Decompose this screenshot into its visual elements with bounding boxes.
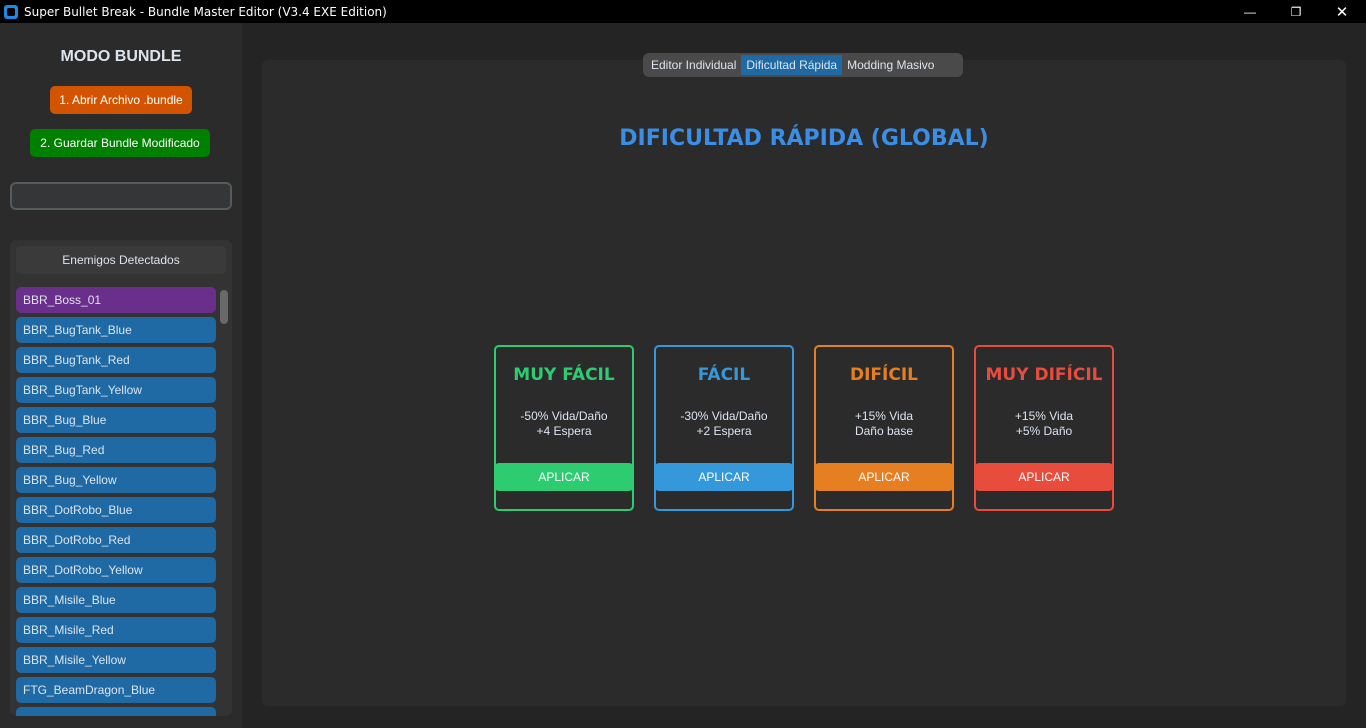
mode-title: MODO BUNDLE (60, 48, 182, 65)
list-item[interactable]: BBR_BugTank_Blue (16, 317, 216, 343)
open-bundle-button[interactable]: 1. Abrir Archivo .bundle (50, 86, 192, 114)
list-scrollbar[interactable] (220, 290, 228, 324)
tab-dificultad-rapida[interactable]: Dificultad Rápida (741, 55, 843, 75)
list-item[interactable]: BBR_Misile_Yellow (16, 647, 216, 673)
window-title: Super Bullet Break - Bundle Master Edito… (24, 4, 387, 19)
list-item[interactable]: BBR_Boss_01 (16, 287, 216, 313)
main-panel (262, 60, 1346, 706)
list-item[interactable]: BBR_Bug_Blue (16, 407, 216, 433)
list-item[interactable]: BBR_Bug_Yellow (16, 467, 216, 493)
difficulty-card-very-hard: MUY DIFÍCIL +15% Vida +5% Daño APLICAR (974, 345, 1114, 511)
list-item[interactable]: FTG_BeamDragon_Blue (16, 677, 216, 703)
apply-button[interactable]: APLICAR (494, 463, 634, 491)
list-item-partial[interactable] (16, 707, 216, 716)
card-line-1: +15% Vida (1014, 409, 1074, 423)
card-line-2: Daño base (854, 424, 914, 438)
apply-button[interactable]: APLICAR (654, 463, 794, 491)
card-description: -50% Vida/Daño +4 Espera (496, 409, 632, 439)
list-item[interactable]: BBR_Misile_Red (16, 617, 216, 643)
card-line-2: +2 Espera (696, 424, 752, 438)
page-title: DIFICULTAD RÁPIDA (GLOBAL) (619, 126, 989, 151)
card-description: +15% Vida Daño base (816, 409, 952, 439)
card-line-2: +5% Daño (1015, 424, 1073, 438)
enemy-list: BBR_Boss_01 BBR_BugTank_Blue BBR_BugTank_R… (16, 287, 216, 716)
list-item[interactable]: BBR_BugTank_Red (16, 347, 216, 373)
difficulty-card-easy: FÁCIL -30% Vida/Daño +2 Espera APLICAR (654, 345, 794, 511)
card-title: DIFÍCIL (849, 365, 918, 385)
apply-button[interactable]: APLICAR (814, 463, 954, 491)
app-icon (4, 4, 18, 19)
card-description: -30% Vida/Daño +2 Espera (656, 409, 792, 439)
apply-button[interactable]: APLICAR (974, 463, 1114, 491)
card-title: FÁCIL (697, 365, 751, 385)
list-header: Enemigos Detectados (16, 246, 226, 274)
card-title: MUY FÁCIL (513, 365, 615, 385)
list-item[interactable]: BBR_Bug_Red (16, 437, 216, 463)
card-description: +15% Vida +5% Daño (976, 409, 1112, 439)
search-input[interactable] (10, 182, 232, 210)
sidebar: MODO BUNDLE 1. Abrir Archivo .bundle 2. … (0, 23, 242, 728)
list-item[interactable]: BBR_BugTank_Yellow (16, 377, 216, 403)
tab-modding-masivo[interactable]: Modding Masivo (842, 55, 939, 75)
minimize-icon[interactable]: — (1227, 0, 1273, 23)
card-line-1: -30% Vida/Daño (680, 409, 768, 423)
difficulty-card-very-easy: MUY FÁCIL -50% Vida/Daño +4 Espera APLICA… (494, 345, 634, 511)
enemy-list-panel: Enemigos Detectados BBR_Boss_01 BBR_BugTa… (10, 240, 232, 716)
card-line-2: +4 Espera (536, 424, 592, 438)
card-title: MUY DIFÍCIL (985, 365, 1103, 385)
card-line-1: -50% Vida/Daño (520, 409, 608, 423)
list-item[interactable]: BBR_DotRobo_Yellow (16, 557, 216, 583)
list-item[interactable]: BBR_Misile_Blue (16, 587, 216, 613)
tab-bar: Editor Individual Dificultad Rápida Modd… (643, 53, 963, 77)
card-line-1: +15% Vida (854, 409, 914, 423)
tab-editor-individual[interactable]: Editor Individual (646, 55, 741, 75)
list-item[interactable]: BBR_DotRobo_Red (16, 527, 216, 553)
title-bar: Super Bullet Break - Bundle Master Edito… (0, 0, 1366, 23)
maximize-icon[interactable]: ❐ (1273, 0, 1319, 23)
close-icon[interactable]: ✕ (1319, 0, 1365, 23)
difficulty-card-hard: DIFÍCIL +15% Vida Daño base APLICAR (814, 345, 954, 511)
list-item[interactable]: BBR_DotRobo_Blue (16, 497, 216, 523)
save-bundle-button[interactable]: 2. Guardar Bundle Modificado (30, 129, 210, 157)
